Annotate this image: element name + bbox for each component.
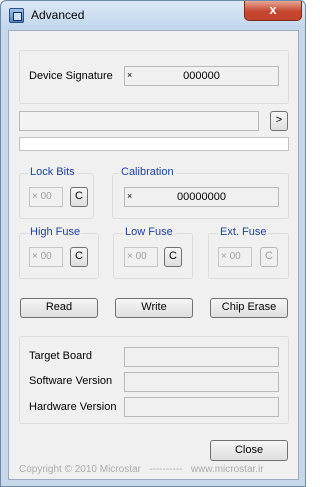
go-button[interactable]: > xyxy=(270,111,288,131)
low-fuse-read-button[interactable]: C xyxy=(164,247,182,267)
high-fuse-read-button[interactable]: C xyxy=(70,247,88,267)
ext-fuse-legend: Ext. Fuse xyxy=(218,226,269,238)
high-fuse-field: × 00 xyxy=(29,247,63,267)
software-version-field xyxy=(124,372,279,392)
device-signature-field: × 000000 xyxy=(124,66,279,86)
ext-fuse-field: × 00 xyxy=(218,247,252,267)
target-board-field xyxy=(124,347,279,367)
advanced-window: Advanced x Device Signature × 000000 > L… xyxy=(0,0,306,487)
progress-bar xyxy=(19,137,289,151)
low-fuse-legend: Low Fuse xyxy=(123,226,175,238)
hardware-version-label: Hardware Version xyxy=(29,401,117,413)
calibration-value: 00000000 xyxy=(177,191,226,203)
lock-bits-field: × 00 xyxy=(29,187,63,207)
software-version-label: Software Version xyxy=(29,375,113,387)
lock-bits-read-button[interactable]: C xyxy=(70,187,88,207)
calibration-field: × 00000000 xyxy=(124,187,279,207)
window-close-button[interactable]: x xyxy=(244,1,302,21)
message-field xyxy=(19,111,259,131)
chip-erase-button[interactable]: Chip Erase xyxy=(210,298,288,318)
lock-bits-legend: Lock Bits xyxy=(28,166,77,178)
read-button[interactable]: Read xyxy=(20,298,98,318)
write-button[interactable]: Write xyxy=(115,298,193,318)
chip-icon xyxy=(9,8,24,23)
close-button[interactable]: Close xyxy=(210,440,288,461)
ext-fuse-read-button[interactable]: C xyxy=(260,247,278,267)
low-fuse-field: × 00 xyxy=(124,247,158,267)
device-signature-value: 000000 xyxy=(183,70,220,82)
dialog-body: Device Signature × 000000 > Lock Bits × … xyxy=(8,30,299,480)
copyright-footer: Copyright © 2010 Microstar ---------- ww… xyxy=(19,464,264,475)
calibration-legend: Calibration xyxy=(119,166,176,178)
hardware-version-field xyxy=(124,397,279,417)
title-bar[interactable]: Advanced x xyxy=(1,1,305,29)
device-signature-label: Device Signature xyxy=(29,70,113,82)
target-board-label: Target Board xyxy=(29,350,92,362)
high-fuse-legend: High Fuse xyxy=(28,226,83,238)
window-title: Advanced xyxy=(31,8,85,22)
